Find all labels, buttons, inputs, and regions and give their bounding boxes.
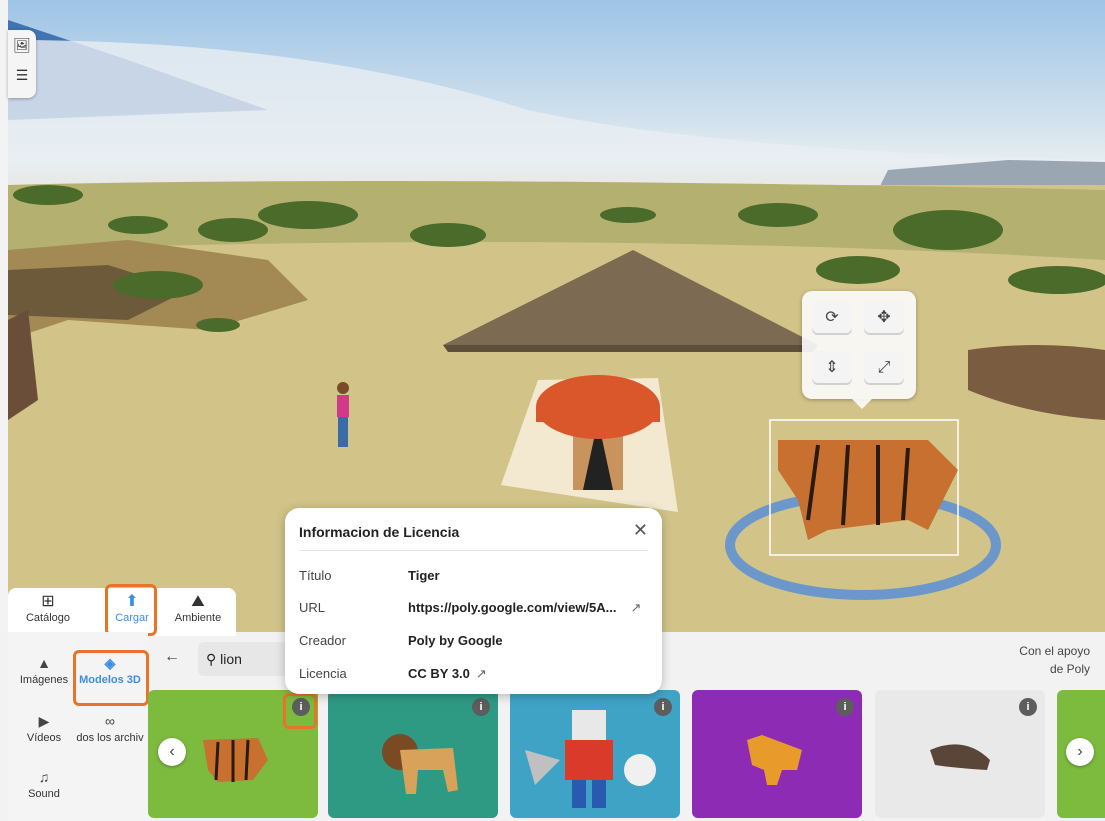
transform-gizmo: ⟳ ✥ ⇕ ⤢ [802,291,916,409]
model-card-robot[interactable]: i [510,690,680,818]
info-icon[interactable]: i [1019,698,1037,716]
external-link-icon[interactable]: ↗ [476,666,487,681]
all-files-icon: ∞ [105,713,115,729]
tab-catalogo[interactable]: ⊞ Catálogo [18,592,78,624]
search-icon: ⚲ [206,651,217,667]
nav-label: Imágenes [19,674,69,686]
row-value: CC BY 3.0 [408,666,470,681]
info-highlight [283,693,317,729]
back-arrow-icon[interactable]: ← [164,648,180,666]
tab-ambiente[interactable]: ⛰ Ambiente [168,592,228,624]
support-line-1: Con el apoyo [1019,644,1090,658]
tab-label: Catálogo [25,612,71,624]
catalog-icon: ⊞ [41,593,55,610]
row-key: Creador [299,633,346,648]
image-icon: ▲ [37,655,51,671]
external-link-icon[interactable]: ↗ [631,600,642,615]
row-value: Poly by Google [408,633,503,648]
list-icon[interactable]: ☰ [8,60,36,90]
side-toolbar: 🖼 ☰ [8,30,36,98]
row-key: URL [299,600,326,615]
nav-sound[interactable]: ♫ Sound [10,766,78,800]
environment-icon: ⛰ [191,593,205,610]
info-icon[interactable]: i [472,698,490,716]
license-info-popup: Informacion de Licencia ✕ Título Tiger U… [285,508,662,694]
carousel-next-button[interactable]: › [1066,738,1094,766]
popup-title: Informacion de Licencia [299,524,460,540]
nav-label: Vídeos [26,732,62,744]
url-link[interactable]: https://poly.google.com/view/5A... ↗ [408,600,641,616]
scale-icon[interactable]: ⤢ [864,351,904,385]
cargar-highlight [105,584,157,636]
model-card-lion[interactable]: i [328,690,498,818]
support-line-2: de Poly [1049,662,1090,676]
license-link[interactable]: CC BY 3.0 ↗ [408,666,487,682]
info-icon[interactable]: i [654,698,672,716]
row-value: https://poly.google.com/view/5A... [408,600,617,615]
move-icon[interactable]: ✥ [864,301,904,335]
row-key: Licencia [299,666,347,681]
tab-label: Ambiente [174,612,222,624]
video-icon: ▶ [38,713,50,729]
carousel-prev-button[interactable]: ‹ [158,738,186,766]
info-icon[interactable]: i [836,698,854,716]
sound-icon: ♫ [38,769,50,785]
model-card-seal[interactable]: i [875,690,1045,818]
poly-attribution: Con el apoyo de Poly [990,642,1090,678]
nav-label: Sound [28,788,60,800]
nav-all-files[interactable]: ∞ dos los archiv [76,710,144,744]
search-value: lion [220,651,242,667]
modelos-3d-highlight [73,650,149,706]
model-card-fox[interactable]: i [692,690,862,818]
nav-videos[interactable]: ▶ Vídeos [10,710,78,744]
gallery-icon[interactable]: 🖼 [8,30,36,60]
close-icon[interactable]: ✕ [633,520,648,541]
row-value: Tiger [408,568,440,583]
rotate-icon[interactable]: ⟳ [812,301,852,335]
row-key: Título [299,568,332,583]
nav-imagenes[interactable]: ▲ Imágenes [10,652,78,686]
popup-divider [299,550,648,551]
height-icon[interactable]: ⇕ [812,351,852,385]
nav-label: dos los archiv [76,732,144,744]
